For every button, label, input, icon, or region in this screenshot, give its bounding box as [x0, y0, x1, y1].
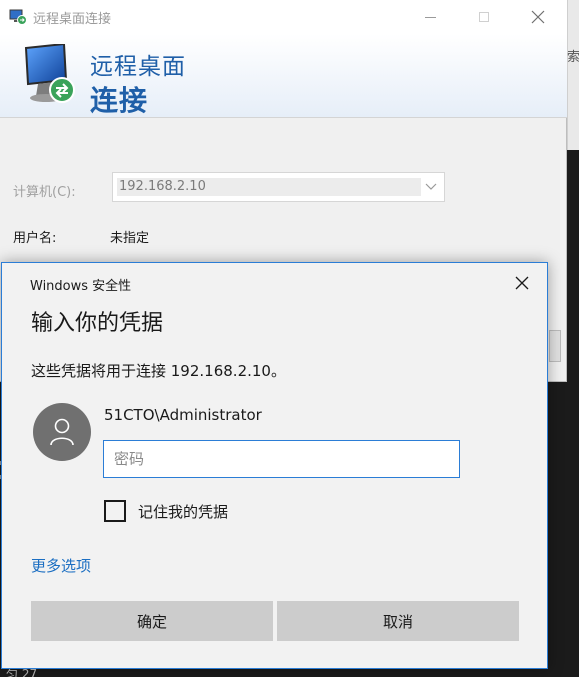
close-icon — [531, 10, 545, 24]
dialog-close-button[interactable] — [508, 271, 536, 295]
dialog-caption: Windows 安全性 — [30, 279, 132, 294]
username-value: 未指定 — [110, 231, 150, 246]
dialog-description: 这些凭据将用于连接 192.168.2.10。 — [31, 362, 286, 380]
background-window-edge — [567, 0, 579, 150]
rdp-app-icon — [9, 9, 27, 25]
rdp-window-title: 远程桌面连接 — [33, 12, 112, 27]
desktop: 索 匀 27 远程桌面连接 远程桌面 连接 计算机(C): 192.168.2.… — [0, 0, 579, 677]
credential-dialog: Windows 安全性 输入你的凭据 这些凭据将用于连接 192.168.2.1… — [1, 262, 548, 669]
minimize-icon — [424, 16, 436, 18]
close-icon — [515, 276, 529, 290]
minimize-button[interactable] — [407, 0, 453, 34]
chevron-down-icon[interactable] — [424, 179, 438, 193]
cancel-button[interactable]: 取消 — [277, 601, 519, 641]
user-icon — [50, 418, 74, 446]
rdp-titlebar[interactable]: 远程桌面连接 — [0, 0, 567, 34]
computer-label: 计算机(C): — [13, 185, 76, 200]
banner-title: 远程桌面 — [90, 54, 186, 80]
rdp-banner: 远程桌面 连接 — [0, 34, 567, 118]
computer-combobox[interactable]: 192.168.2.10 — [112, 172, 445, 202]
rdp-close-button[interactable] — [515, 0, 561, 34]
remember-label[interactable]: 记住我的凭据 — [138, 501, 228, 522]
maximize-button[interactable] — [461, 0, 507, 34]
remote-desktop-icon — [24, 44, 75, 103]
password-input[interactable] — [103, 440, 460, 478]
remember-credentials[interactable]: 记住我的凭据 — [104, 500, 228, 522]
avatar — [33, 403, 91, 461]
maximize-icon — [479, 12, 489, 22]
more-options-link[interactable]: 更多选项 — [31, 555, 91, 576]
rdp-connect-button-edge[interactable] — [549, 330, 561, 362]
dialog-heading: 输入你的凭据 — [31, 311, 164, 336]
username-label: 用户名: — [13, 231, 57, 246]
remember-checkbox[interactable] — [104, 500, 126, 522]
banner-subtitle: 连接 — [90, 84, 149, 117]
background-text: 索 — [567, 50, 579, 65]
computer-value: 192.168.2.10 — [119, 179, 206, 194]
ok-button[interactable]: 确定 — [31, 601, 273, 641]
account-name: 51CTO\Administrator — [104, 406, 262, 424]
